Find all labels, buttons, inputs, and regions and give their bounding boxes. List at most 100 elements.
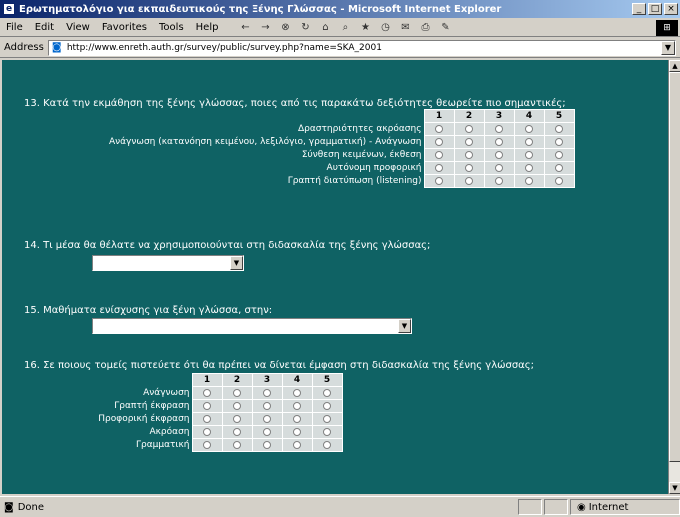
- rating-radio[interactable]: [293, 427, 301, 436]
- menu-view[interactable]: View: [60, 22, 96, 33]
- page-done-icon: ◙: [4, 501, 14, 513]
- rating-radio[interactable]: [525, 137, 533, 146]
- home-icon[interactable]: ⌂: [318, 22, 332, 34]
- rating-radio[interactable]: [323, 427, 331, 436]
- rating-radio[interactable]: [293, 414, 301, 423]
- rating-radio[interactable]: [263, 427, 271, 436]
- rating-radio[interactable]: [263, 401, 271, 410]
- forward-icon[interactable]: →: [258, 22, 272, 34]
- rating-radio[interactable]: [555, 124, 563, 133]
- menu-favorites[interactable]: Favorites: [96, 22, 153, 33]
- menu-help[interactable]: Help: [190, 22, 225, 33]
- scroll-up-icon[interactable]: ▲: [669, 60, 680, 72]
- rating-radio[interactable]: [203, 427, 211, 436]
- address-label: Address: [4, 42, 44, 53]
- rating-radio[interactable]: [233, 414, 241, 423]
- rating-radio[interactable]: [465, 137, 473, 146]
- status-text: Done: [17, 501, 45, 513]
- rating-radio[interactable]: [465, 150, 473, 159]
- ie-icon: e: [3, 3, 15, 15]
- page-icon: ◙: [51, 41, 62, 53]
- column-header: 4: [513, 109, 545, 123]
- menu-edit[interactable]: Edit: [29, 22, 60, 33]
- rating-radio[interactable]: [293, 401, 301, 410]
- question-16-grid: 1 2 3 4 5 Ανάγνωση Γραπτή έκφραση Προφορ…: [72, 373, 343, 452]
- favorites-icon[interactable]: ★: [358, 22, 372, 34]
- rating-radio[interactable]: [525, 124, 533, 133]
- rating-radio[interactable]: [203, 440, 211, 449]
- maximize-button[interactable]: □: [648, 3, 662, 15]
- rating-radio[interactable]: [323, 401, 331, 410]
- page-content: 13. Κατά την εκμάθηση της ξένης γλώσσας,…: [2, 60, 668, 494]
- rating-radio[interactable]: [435, 137, 443, 146]
- print-icon[interactable]: ⎙: [418, 22, 432, 34]
- rating-radio[interactable]: [233, 388, 241, 397]
- rating-radio[interactable]: [495, 176, 503, 185]
- rating-radio[interactable]: [495, 137, 503, 146]
- rating-radio[interactable]: [495, 124, 503, 133]
- rating-radio[interactable]: [435, 176, 443, 185]
- close-button[interactable]: ×: [664, 3, 678, 15]
- rating-radio[interactable]: [465, 176, 473, 185]
- scroll-thumb[interactable]: [669, 72, 680, 462]
- history-icon[interactable]: ◷: [378, 22, 392, 34]
- rating-radio[interactable]: [555, 137, 563, 146]
- rating-radio[interactable]: [435, 124, 443, 133]
- rating-radio[interactable]: [465, 124, 473, 133]
- rating-radio[interactable]: [263, 414, 271, 423]
- mail-icon[interactable]: ✉: [398, 22, 412, 34]
- rating-radio[interactable]: [495, 150, 503, 159]
- title-bar: e Ερωτηματολόγιο για εκπαιδευτικούς της …: [0, 0, 680, 18]
- minimize-button[interactable]: _: [632, 3, 646, 15]
- rating-radio[interactable]: [555, 150, 563, 159]
- rating-radio[interactable]: [525, 150, 533, 159]
- row-label: Σύνθεση κειμένων, έκθεση: [301, 150, 422, 160]
- column-header: 1: [423, 109, 455, 123]
- address-field[interactable]: ◙ http://www.enreth.auth.gr/survey/publi…: [47, 39, 676, 56]
- menu-tools[interactable]: Tools: [153, 22, 190, 33]
- column-header: 2: [453, 109, 485, 123]
- address-bar: Address ◙ http://www.enreth.auth.gr/surv…: [0, 38, 680, 58]
- rating-radio[interactable]: [263, 388, 271, 397]
- menu-file[interactable]: File: [0, 22, 29, 33]
- rating-radio[interactable]: [233, 401, 241, 410]
- rating-radio[interactable]: [233, 427, 241, 436]
- rating-radio[interactable]: [525, 176, 533, 185]
- row-label: Γραπτή διατύπωση (listening): [287, 176, 422, 186]
- back-icon[interactable]: ←: [238, 22, 252, 34]
- rating-radio[interactable]: [203, 388, 211, 397]
- column-header: 3: [251, 373, 283, 387]
- address-dropdown-icon[interactable]: ▼: [661, 40, 675, 55]
- rating-radio[interactable]: [495, 163, 503, 172]
- dropdown-arrow-icon[interactable]: ▼: [398, 319, 411, 333]
- question-13-grid: 1 2 3 4 5 Δραστηριότητες ακρόασης Ανάγνω…: [72, 109, 575, 188]
- toolbar: ← → ⊗ ↻ ⌂ ⌕ ★ ◷ ✉ ⎙ ✎: [238, 22, 452, 34]
- scroll-down-icon[interactable]: ▼: [669, 482, 680, 494]
- rating-radio[interactable]: [525, 163, 533, 172]
- rating-radio[interactable]: [233, 440, 241, 449]
- stop-icon[interactable]: ⊗: [278, 22, 292, 34]
- question-14-select[interactable]: ▼: [92, 255, 244, 271]
- rating-radio[interactable]: [435, 163, 443, 172]
- rating-radio[interactable]: [323, 440, 331, 449]
- rating-radio[interactable]: [323, 414, 331, 423]
- dropdown-arrow-icon[interactable]: ▼: [230, 256, 243, 270]
- rating-radio[interactable]: [323, 388, 331, 397]
- rating-radio[interactable]: [293, 440, 301, 449]
- vertical-scrollbar[interactable]: ▲ ▼: [668, 60, 680, 494]
- search-icon[interactable]: ⌕: [338, 22, 352, 34]
- row-label: Δραστηριότητες ακρόασης: [297, 124, 422, 134]
- rating-radio[interactable]: [293, 388, 301, 397]
- rating-radio[interactable]: [465, 163, 473, 172]
- edit-icon[interactable]: ✎: [438, 22, 452, 34]
- rating-radio[interactable]: [435, 150, 443, 159]
- question-15-select[interactable]: ▼: [92, 318, 412, 334]
- rating-radio[interactable]: [203, 414, 211, 423]
- rating-radio[interactable]: [555, 163, 563, 172]
- refresh-icon[interactable]: ↻: [298, 22, 312, 34]
- row-label: Ανάγνωση (κατανόηση κειμένου, λεξιλόγιο,…: [108, 137, 422, 147]
- rating-radio[interactable]: [263, 440, 271, 449]
- address-url[interactable]: http://www.enreth.auth.gr/survey/public/…: [67, 43, 661, 53]
- rating-radio[interactable]: [203, 401, 211, 410]
- rating-radio[interactable]: [555, 176, 563, 185]
